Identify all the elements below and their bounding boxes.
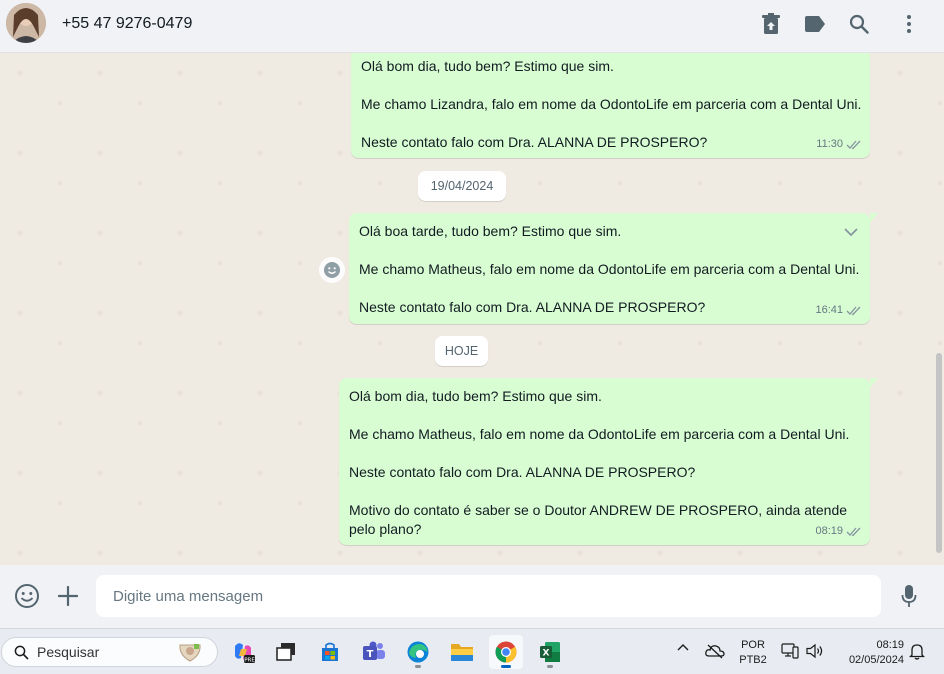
contact-name[interactable]: +55 47 9276-0479 [62, 15, 192, 33]
file-explorer-icon[interactable] [445, 635, 479, 669]
excel-icon[interactable]: X [533, 635, 567, 669]
message-time: 11:30 [816, 138, 843, 150]
message-text: Olá boa tarde, tudo bem? Estimo que sim. [359, 223, 622, 239]
taskbar-search-label: Pesquisar [37, 644, 100, 660]
onedrive-offline-icon[interactable] [705, 643, 725, 659]
search-icon [14, 645, 29, 660]
emoji-icon[interactable] [13, 582, 41, 610]
search-highlight-icon [179, 644, 201, 662]
svg-text:PRE: PRE [244, 658, 255, 664]
contact-avatar[interactable] [6, 3, 46, 43]
windows-taskbar: Pesquisar PRE T X POR PTB2 08:19 02/05/2… [0, 628, 944, 674]
message-meta: 11:30 [816, 135, 862, 154]
label-icon[interactable] [803, 12, 827, 36]
double-check-icon [846, 306, 861, 315]
message-bubble[interactable]: Olá bom dia, tudo bem? Estimo que sim. M… [339, 378, 878, 545]
svg-text:X: X [543, 649, 550, 659]
message-time: 08:19 [815, 525, 843, 537]
task-view-icon[interactable] [269, 635, 303, 669]
chat-header: +55 47 9276-0479 [0, 0, 944, 53]
running-indicator [415, 665, 421, 668]
message-meta: 16:41 [815, 301, 862, 320]
network-icon[interactable] [781, 643, 799, 659]
chat-area[interactable]: Olá bom dia, tudo bem? Estimo que sim. M… [0, 53, 944, 565]
date-separator: HOJE [435, 336, 488, 366]
keyboard-layout: PTB2 [739, 654, 767, 666]
message-text: Neste contato falo com Dra. ALANNA DE PR… [349, 464, 696, 480]
menu-icon[interactable] [897, 12, 921, 36]
chevron-up-icon[interactable] [676, 642, 690, 652]
message-bubble[interactable]: Olá bom dia, tudo bem? Estimo que sim. M… [351, 53, 870, 158]
edge-browser-icon[interactable] [401, 635, 435, 669]
clock[interactable]: 08:19 02/05/2024 [836, 638, 904, 668]
message-bubble[interactable]: Olá boa tarde, tudo bem? Estimo que sim.… [349, 213, 878, 324]
message-text: Me chamo Matheus, falo em nome da Odonto… [349, 426, 850, 442]
running-indicator [547, 665, 553, 668]
bubble-tail [870, 378, 878, 388]
microphone-icon[interactable] [895, 582, 923, 610]
clock-time: 08:19 [876, 639, 904, 651]
message-text: Neste contato falo com Dra. ALANNA DE PR… [359, 299, 706, 315]
search-icon[interactable] [847, 12, 871, 36]
message-input[interactable] [96, 575, 881, 617]
notification-bell-icon[interactable] [909, 643, 925, 660]
taskbar-search[interactable]: Pesquisar [1, 637, 218, 667]
volume-icon[interactable] [806, 643, 824, 659]
message-text: pelo plano? [349, 521, 422, 537]
date-separator-label: 19/04/2024 [430, 179, 494, 193]
message-text: Olá bom dia, tudo bem? Estimo que sim. [361, 58, 614, 74]
attach-plus-icon[interactable] [54, 582, 82, 610]
clock-date: 02/05/2024 [848, 654, 904, 666]
teams-icon[interactable]: T [357, 635, 391, 669]
chat-scrollbar[interactable] [936, 353, 942, 553]
message-meta: 08:19 [815, 522, 862, 541]
microsoft-store-icon[interactable] [313, 635, 347, 669]
composer-bar [0, 565, 944, 628]
language-code: POR [741, 639, 765, 651]
chrome-browser-icon[interactable] [489, 635, 523, 669]
delete-icon[interactable] [759, 12, 783, 36]
double-check-icon [846, 140, 861, 149]
date-separator: 19/04/2024 [418, 171, 506, 201]
date-separator-label: HOJE [444, 344, 479, 358]
svg-text:T: T [367, 649, 374, 660]
language-indicator[interactable]: POR PTB2 [734, 638, 772, 668]
emoji-reaction-icon[interactable] [319, 257, 345, 283]
message-text: Olá bom dia, tudo bem? Estimo que sim. [349, 388, 602, 404]
message-time: 16:41 [815, 304, 843, 316]
bubble-tail [870, 213, 878, 223]
active-indicator [501, 665, 511, 668]
message-text: Motivo do contato é saber se o Doutor AN… [349, 502, 848, 518]
message-text: Neste contato falo com Dra. ALANNA DE PR… [361, 134, 708, 150]
chevron-down-icon[interactable] [844, 223, 858, 242]
copilot-app-icon[interactable]: PRE [226, 635, 260, 669]
message-text: Me chamo Matheus, falo em nome da Odonto… [359, 261, 860, 277]
message-text: Me chamo Lizandra, falo em nome da Odont… [361, 96, 862, 112]
double-check-icon [846, 527, 861, 536]
